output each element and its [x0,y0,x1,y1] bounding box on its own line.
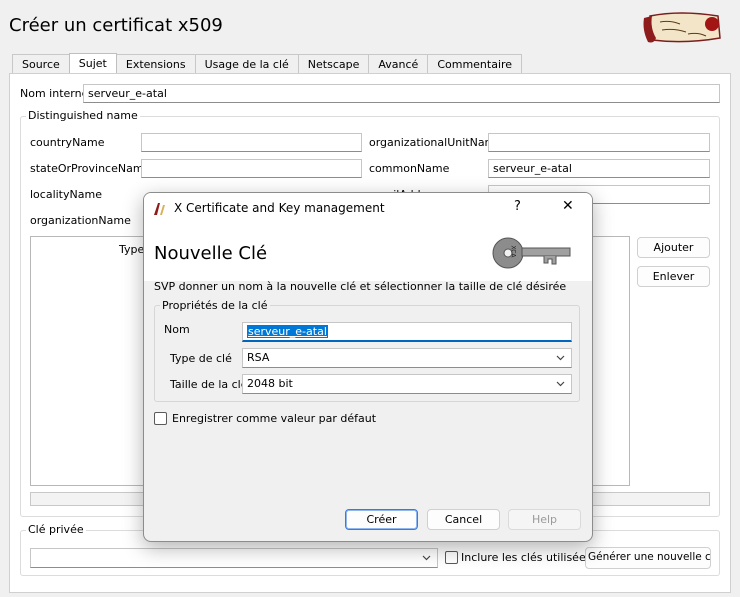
generate-new-key-button[interactable]: Générer une nouvelle clé [585,547,711,569]
tab-subject[interactable]: Sujet [68,53,117,74]
common-name-label: commonName [369,162,450,175]
key-size-label: Taille de la clé [170,378,248,391]
organization-label: organizationName [30,214,131,227]
country-name-input[interactable] [141,133,362,152]
key-name-label: Nom [164,323,190,336]
key-name-value: serveur_e-atal [247,325,328,338]
remember-default-checkbox[interactable] [154,412,167,425]
key-size-select[interactable]: 2048 bit [242,374,572,394]
key-size-value: 2048 bit [247,377,293,390]
help-icon[interactable]: ? [514,199,521,214]
tab-netscape[interactable]: Netscape [297,54,370,74]
tab-comment[interactable]: Commentaire [427,54,523,74]
remove-button[interactable]: Enlever [637,266,710,287]
create-button[interactable]: Créer [345,509,418,530]
key-type-value: RSA [247,351,270,364]
new-key-dialog: X Certificate and Key management ? ✕ Nou… [143,192,593,542]
tab-advanced[interactable]: Avancé [368,54,429,74]
add-button[interactable]: Ajouter [637,237,710,258]
key-name-input[interactable]: serveur_e-atal [242,322,572,342]
chevron-down-icon [556,381,565,387]
state-input[interactable] [141,159,362,178]
internal-name-input[interactable]: serveur_e-atal [83,84,720,103]
dialog-title: X Certificate and Key management [174,201,385,215]
dn-group-title: Distinguished name [26,109,140,122]
org-unit-label: organizationalUnitName [369,136,503,149]
tab-extensions[interactable]: Extensions [115,54,196,74]
common-name-input[interactable]: serveur_e-atal [488,159,710,178]
key-type-select[interactable]: RSA [242,348,572,368]
state-label: stateOrProvinceName [30,162,151,175]
include-used-keys-checkbox[interactable] [445,551,458,564]
country-name-label: countryName [30,136,105,149]
app-icon [154,203,165,215]
key-tag-label: XCA [509,245,517,258]
tab-source[interactable]: Source [12,54,70,74]
close-icon[interactable]: ✕ [562,198,574,214]
tab-key-usage[interactable]: Usage de la clé [194,54,299,74]
key-icon [492,237,571,269]
key-properties-title: Propriétés de la clé [160,299,270,312]
chevron-down-icon [422,555,431,561]
org-unit-input[interactable] [488,133,710,152]
internal-name-label: Nom interne [20,87,89,100]
cancel-button[interactable]: Cancel [427,509,500,530]
dialog-heading: Nouvelle Clé [154,243,268,264]
help-button[interactable]: Help [508,509,581,530]
window-title: Créer un certificat x509 [9,15,223,36]
tab-bar: Source Sujet Extensions Usage de la clé … [12,53,523,74]
locality-label: localityName [30,188,102,201]
key-type-label: Type de clé [170,352,232,365]
private-key-group-title: Clé privée [26,523,86,536]
table-header-type: Type [119,243,145,256]
chevron-down-icon [556,355,565,361]
dialog-description: SVP donner un nom à la nouvelle clé et s… [154,280,567,293]
app-logo [643,12,721,43]
include-used-keys-label: Inclure les clés utilisées [461,551,592,564]
private-key-select[interactable] [30,548,438,568]
remember-default-label: Enregistrer comme valeur par défaut [172,412,377,425]
